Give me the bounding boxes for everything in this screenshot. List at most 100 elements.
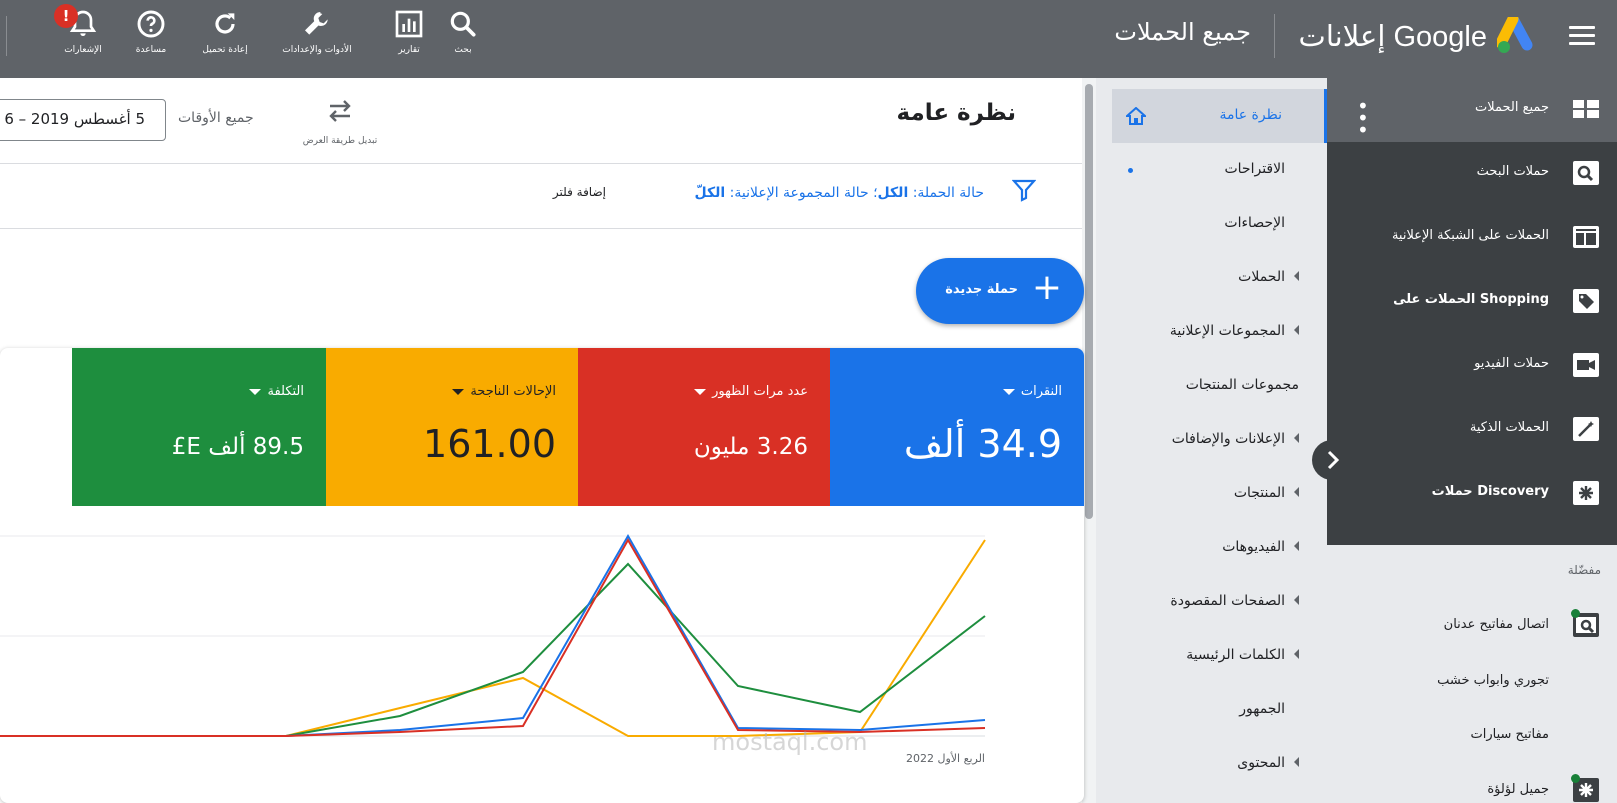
filter-icon[interactable]	[1012, 178, 1036, 202]
chevron-right-icon	[1327, 450, 1340, 470]
collapse-menu-button[interactable]	[1312, 440, 1352, 480]
performance-chart: الربع الأول 2022	[0, 533, 986, 765]
notifications-button[interactable]: الإشعارات !	[38, 4, 128, 55]
top-bar: بحث تقارير الأدوات والإعدادات إعادة تحمي…	[0, 0, 1617, 78]
nav-item-label: المجموعات الإعلانية	[1169, 323, 1285, 339]
metric-tile-clicks[interactable]: النقرات 34.9 ألف	[830, 348, 1084, 506]
divider	[6, 16, 7, 56]
series-line-3	[0, 562, 986, 737]
nav-item-label: الاقتراحات	[1224, 161, 1285, 177]
help-icon	[137, 10, 165, 38]
nav-item-landing-pages[interactable]: الصفحات المقصودة	[1112, 575, 1327, 629]
metric-label: التكلفة	[249, 384, 304, 399]
reports-button[interactable]: تقارير	[364, 8, 454, 55]
nav-item-content[interactable]: المحتوى	[1112, 737, 1327, 791]
nav-item-product-groups[interactable]: مجموعات المنتجات	[1112, 359, 1327, 413]
google-ads-logo-icon	[1497, 17, 1533, 53]
sidebar-item-label: حملات Discovery	[1431, 484, 1549, 499]
metric-tile-cost[interactable]: التكلفة 89.5 ألف E£	[72, 348, 326, 506]
metric-tile-impressions[interactable]: عدد مرات الظهور 3.26 مليون	[578, 348, 830, 506]
scrollbar-thumb[interactable]	[1085, 84, 1093, 519]
google-ads-brand[interactable]: إعلانات Google	[1299, 14, 1539, 58]
favorite-item[interactable]: اتصال مفاتيح عدنان	[1444, 617, 1549, 632]
expand-arrow-icon	[1294, 649, 1299, 659]
expand-arrow-icon	[1294, 595, 1299, 605]
nav-item-recommendations[interactable]: الاقتراحات	[1112, 143, 1327, 197]
notification-dot	[1128, 168, 1133, 173]
notification-badge: !	[54, 4, 78, 28]
nav-item-keywords[interactable]: الكلمات الرئيسية	[1112, 629, 1327, 683]
new-campaign-label: حملة جديدة	[945, 282, 1018, 297]
new-campaign-button[interactable]: + حملة جديدة	[916, 258, 1084, 324]
divider	[0, 163, 1082, 164]
sidebar-item-discovery-campaigns[interactable]: حملات Discovery	[1327, 462, 1617, 526]
x-axis-label: الربع الأول 2022	[906, 751, 985, 765]
expand-arrow-icon	[1294, 487, 1299, 497]
sidebar-item-shopping-campaigns[interactable]: الحملات على Shopping	[1327, 270, 1617, 334]
campaign-type-sidebar: جميع الحملات • • • حملات البحث الحملات على…	[1327, 78, 1617, 545]
sidebar-item-search-campaigns[interactable]: حملات البحث	[1327, 142, 1617, 206]
nav-item-label: الكلمات الرئيسية	[1186, 647, 1285, 663]
sidebar-item-smart-campaigns[interactable]: الحملات الذكية	[1327, 398, 1617, 462]
date-range-label: جميع الأوقات	[178, 110, 254, 126]
date-range-picker[interactable]: 5 أغسطس 2019 – 6	[0, 99, 166, 141]
expand-arrow-icon	[1294, 433, 1299, 443]
nav-item-audiences[interactable]: الجمهور	[1112, 683, 1327, 737]
metric-label: النقرات	[1002, 384, 1062, 399]
nav-item-label: نظرة عامة	[1219, 107, 1282, 123]
display-icon	[1573, 226, 1599, 248]
nav-item-label: الإحصاءات	[1224, 215, 1285, 231]
nav-item-ads-extensions[interactable]: الإعلانات والإضافات	[1112, 413, 1327, 467]
nav-item-products[interactable]: المنتجات	[1112, 467, 1327, 521]
switch-view-label: تبديل طريقة العرض	[302, 136, 378, 146]
favorite-item[interactable]: جميل لؤلؤة	[1487, 782, 1549, 797]
menu-button[interactable]	[1569, 26, 1595, 46]
expand-arrow-icon	[1294, 541, 1299, 551]
metric-tile-conversions[interactable]: الإحالات الناجحة 161.00	[326, 348, 578, 506]
add-filter-button[interactable]: إضافة فلتر	[553, 185, 606, 199]
sidebar-item-video-campaigns[interactable]: حملات الفيديو	[1327, 334, 1617, 398]
sidebar-item-label: جميع الحملات	[1474, 100, 1549, 115]
tools-button[interactable]: الأدوات والإعدادات	[272, 8, 362, 55]
sidebar-item-label: حملات البحث	[1476, 164, 1549, 179]
home-icon	[1126, 107, 1146, 125]
nav-item-label: مجموعات المنتجات	[1185, 377, 1299, 393]
metric-label: عدد مرات الظهور	[694, 384, 808, 399]
menu-icon	[1569, 26, 1595, 29]
scrollbar[interactable]	[1082, 78, 1096, 803]
favorite-item[interactable]: تجوري وابواب خشب	[1437, 673, 1549, 688]
nav-item-label: الجمهور	[1239, 701, 1285, 717]
nav-item-insights[interactable]: الإحصاءات	[1112, 197, 1327, 251]
favorite-item[interactable]: مفاتيح سيارات	[1471, 727, 1549, 742]
performance-card: النقرات 34.9 ألف عدد مرات الظهور 3.26 مل…	[0, 348, 1084, 803]
active-filters[interactable]: حالة الحملة: الكل؛ حالة المجموعة الإعلان…	[695, 185, 985, 201]
metric-value: 3.26 مليون	[693, 434, 808, 460]
nav-item-videos[interactable]: الفيديوهات	[1112, 521, 1327, 575]
nav-item-ad-groups[interactable]: المجموعات الإعلانية	[1112, 305, 1327, 359]
sidebar-item-display-campaigns[interactable]: الحملات على الشبكة الإعلانية	[1327, 206, 1617, 270]
expand-arrow-icon	[1294, 271, 1299, 281]
switch-view-button[interactable]: تبديل طريقة العرض	[290, 96, 390, 146]
notifications-label: الإشعارات	[64, 45, 102, 55]
dropdown-caret-icon	[452, 388, 465, 395]
nav-item-overview[interactable]: نظرة عامة	[1112, 89, 1327, 143]
dropdown-caret-icon	[249, 388, 262, 395]
wrench-icon	[305, 12, 328, 35]
metric-label: الإحالات الناجحة	[452, 384, 556, 399]
page-title: جميع الحملات	[1114, 18, 1251, 46]
sidebar-item-all-campaigns[interactable]: جميع الحملات • • •	[1327, 78, 1617, 142]
status-dot	[1571, 774, 1580, 783]
nav-item-label: الصفحات المقصودة	[1170, 593, 1285, 609]
overview-title: نظرة عامة	[896, 100, 1016, 126]
reports-icon	[395, 10, 423, 38]
watermark: mostaql.com	[712, 728, 868, 756]
tools-label: الأدوات والإعدادات	[282, 45, 352, 55]
reports-label: تقارير	[398, 45, 420, 55]
brand-name: إعلانات Google	[1298, 20, 1487, 53]
video-icon	[1573, 353, 1599, 377]
nav-item-campaigns[interactable]: الحملات	[1112, 251, 1327, 305]
grid-icon	[1573, 100, 1599, 118]
nav-item-label: المحتوى	[1237, 755, 1285, 771]
more-vert-icon[interactable]: • • •	[1357, 96, 1369, 140]
divider	[0, 228, 1082, 229]
